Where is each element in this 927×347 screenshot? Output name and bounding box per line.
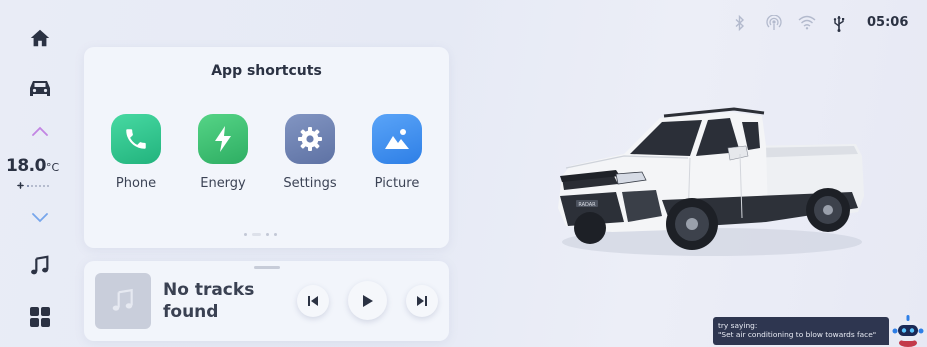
voice-hint-label: try saying: [718,321,758,330]
usb-icon [833,16,845,32]
music-player-card: No tracks found [84,261,449,341]
page-dot [266,233,269,236]
app-settings[interactable]: Settings [275,114,345,191]
page-dot [244,233,247,236]
music-note-icon [31,255,49,275]
fan-level-dots [27,184,49,187]
music-note-icon [112,288,133,311]
page-dot-active [252,233,261,236]
app-energy-label: Energy [200,176,246,191]
temperature-up-button[interactable] [20,113,60,149]
skip-next-icon [417,296,427,306]
voice-assistant-avatar[interactable] [892,313,924,347]
previous-track-button[interactable] [297,285,329,317]
music-button[interactable] [20,246,60,286]
fan-icon [16,181,25,190]
status-bar: 05:06 [730,13,920,33]
apps-button[interactable] [20,297,60,337]
play-button[interactable] [348,281,387,320]
chevron-up-icon [32,126,48,136]
vehicle-badge: RADAR [578,202,596,208]
page-dot [274,233,277,236]
voice-hint-suggestion: "Set air conditioning to blow towards fa… [718,330,877,339]
skip-previous-icon [308,296,318,306]
play-icon [362,294,373,307]
page-indicator [244,233,277,236]
app-picture[interactable]: Picture [362,114,432,191]
car-icon [30,81,50,96]
vehicle-button[interactable] [20,68,60,108]
album-art [95,273,151,329]
gear-icon [285,114,335,164]
bluetooth-icon [735,15,745,31]
voice-assistant-hint: try saying: "Set air conditioning to blo… [713,317,889,345]
home-icon [30,29,50,47]
app-phone-label: Phone [115,176,157,191]
app-shortcuts-title: App shortcuts [211,63,322,79]
temperature-down-button[interactable] [20,200,60,236]
vehicle-image: RADAR [558,107,864,256]
temperature-display: 18.0°C [6,156,76,176]
phone-icon [111,114,161,164]
app-shortcuts-card: App shortcuts Phone Energy Settings Pict… [84,47,449,248]
hotspot-icon [766,15,782,30]
home-button[interactable] [20,18,60,58]
sidebar: 18.0°C [0,0,80,347]
chevron-down-icon [32,213,48,223]
app-energy[interactable]: Energy [188,114,258,191]
picture-icon [372,114,422,164]
lightning-icon [198,114,248,164]
clock: 05:06 [867,15,909,30]
drag-handle[interactable] [254,266,280,269]
app-settings-label: Settings [283,176,337,191]
app-phone[interactable]: Phone [101,114,171,191]
temperature-unit: °C [45,161,60,174]
wifi-icon [798,15,816,30]
app-picture-label: Picture [374,176,420,191]
next-track-button[interactable] [406,285,438,317]
fan-speed-indicator [16,181,49,190]
track-title: No tracks found [163,280,255,322]
temperature-value: 18.0 [6,156,46,176]
apps-grid-icon [30,307,50,327]
